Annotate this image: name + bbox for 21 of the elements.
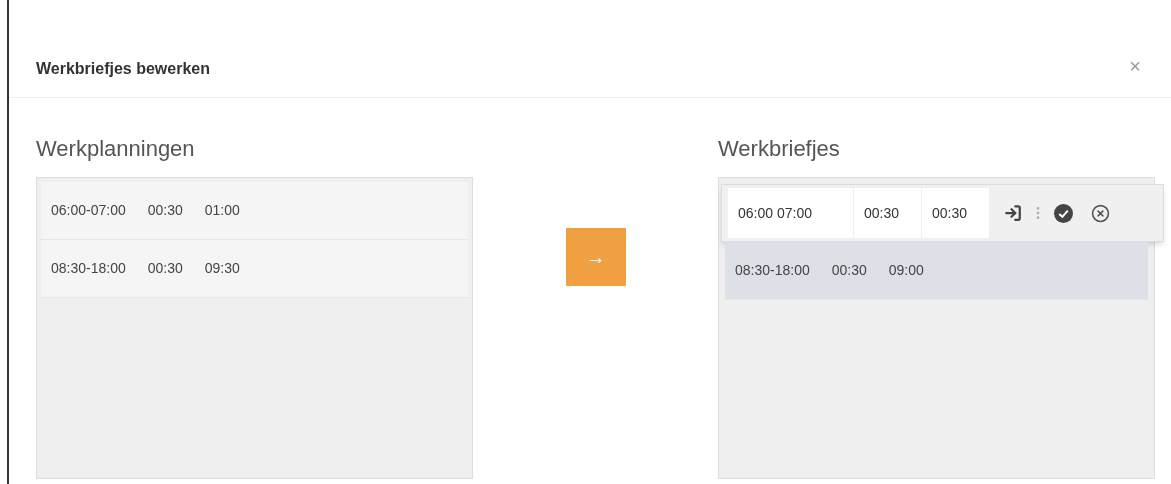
- section-heading: Werkplanningen: [36, 135, 196, 163]
- time-text: 09:30: [204, 259, 240, 278]
- time-text: 00:30: [147, 259, 183, 278]
- list-row[interactable]: 06:00-07:00 00:30 01:00: [41, 182, 468, 240]
- list-row[interactable]: 08:30-18:00 00:30 09:00: [725, 242, 1148, 300]
- time-text: 01:00: [204, 201, 240, 220]
- time-text: 00:30: [147, 201, 183, 220]
- confirm-icon[interactable]: [1054, 203, 1073, 223]
- time-text: 09:00: [888, 261, 924, 280]
- time-text: 00:30: [831, 261, 867, 280]
- section-heading: Werkbriefjes: [718, 135, 841, 163]
- time-input[interactable]: 00:30: [854, 188, 922, 238]
- time-input[interactable]: 06:00 07:00: [728, 188, 854, 238]
- time-text: 08:30-18:00: [51, 259, 126, 278]
- time-text: 08:30-18:00: [735, 261, 810, 280]
- list-row[interactable]: 08:30-18:00 00:30 09:30: [41, 240, 468, 298]
- dialog-title: Werkbriefjes bewerken: [36, 59, 210, 79]
- cancel-icon[interactable]: [1091, 203, 1110, 223]
- sign-in-icon[interactable]: [1004, 204, 1022, 222]
- time-text: 06:00-07:00: [51, 201, 126, 220]
- time-input[interactable]: 00:30: [922, 188, 990, 238]
